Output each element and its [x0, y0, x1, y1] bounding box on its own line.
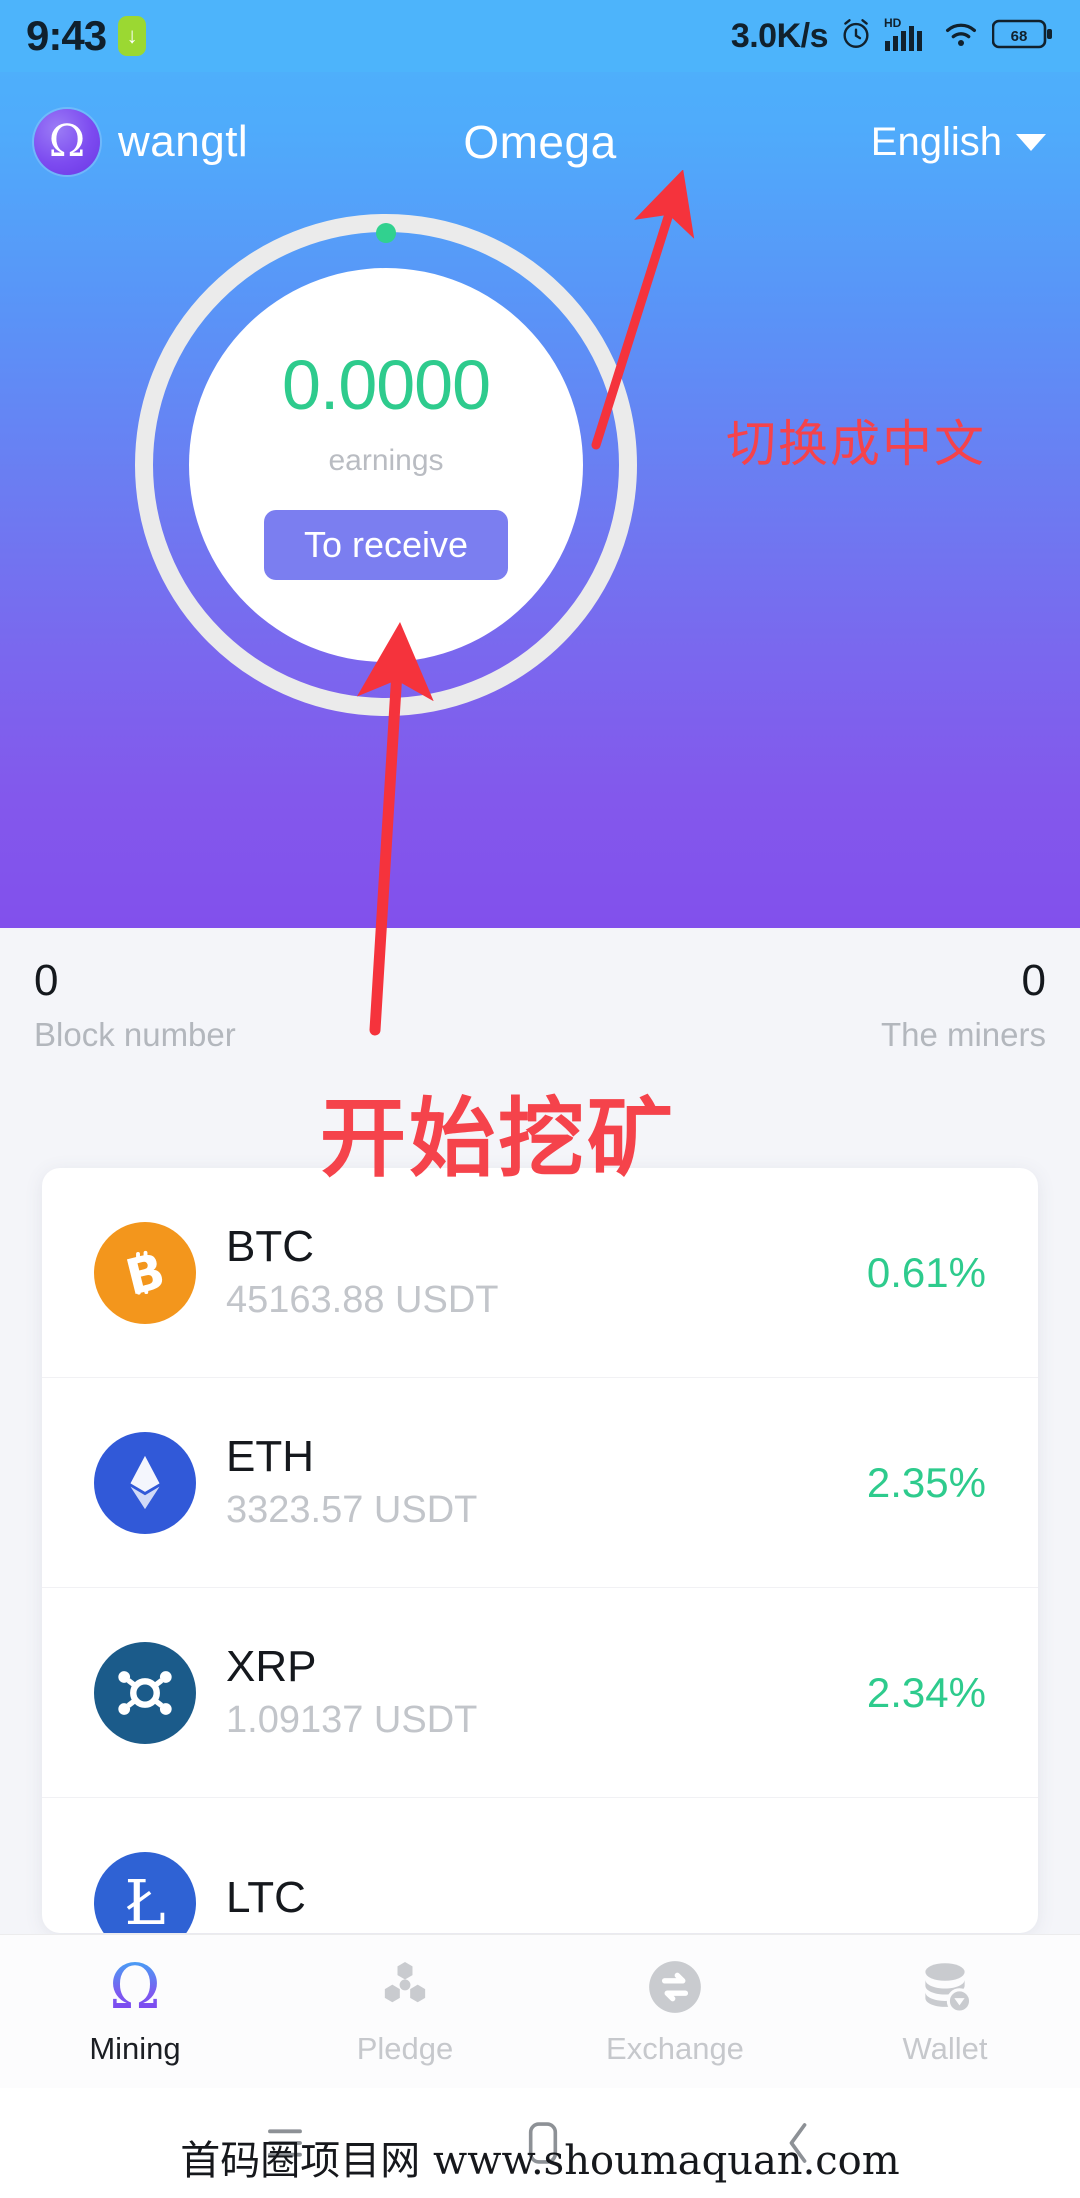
coin-symbol: XRP [226, 1641, 317, 1691]
litecoin-icon: Ł [94, 1851, 196, 1933]
app-root: 9:43 ↓ 3.0K/s HD 68 Omega Ω wangtl Engli… [0, 0, 1080, 2198]
brand-user[interactable]: Ω wangtl [34, 109, 248, 175]
battery-icon: 68 [991, 17, 1054, 56]
coin-change: 2.34% [866, 1668, 986, 1716]
network-speed-label: 3.0K/s [730, 16, 829, 55]
language-label: English [870, 119, 1002, 164]
miners-stat: 0 The miners [880, 956, 1046, 1054]
chevron-down-icon [1016, 133, 1046, 151]
tab-mining[interactable]: Ω Mining [0, 1956, 270, 2067]
block-number-label: Block number [34, 1016, 236, 1054]
coin-change: 2.35% [866, 1458, 986, 1506]
ripple-icon [94, 1641, 196, 1744]
omega-icon: Ω [109, 1950, 161, 2023]
username-label: wangtl [118, 117, 249, 166]
tab-label: Wallet [902, 2031, 988, 2066]
coin-text: LTC [226, 1873, 306, 1930]
coin-price: 45163.88 USDT [226, 1279, 499, 1322]
language-selector[interactable]: English [871, 120, 1046, 165]
tab-exchange[interactable]: Exchange [540, 1956, 810, 2067]
table-row[interactable]: Ł LTC [42, 1798, 1038, 1933]
coin-symbol: LTC [226, 1873, 306, 1923]
hd-signal-icon: HD [884, 15, 930, 58]
stats-row: 0 Block number 0 The miners [0, 956, 1080, 1054]
miners-value: 0 [1021, 956, 1046, 1005]
tab-label: Exchange [606, 2031, 744, 2066]
wifi-icon [941, 17, 981, 56]
coin-text: XRP 1.09137 USDT [226, 1641, 478, 1742]
coins-stack-icon [914, 1956, 976, 2018]
svg-text:68: 68 [1011, 28, 1028, 45]
earnings-label: earnings [328, 444, 444, 477]
tab-pledge[interactable]: Pledge [270, 1956, 540, 2067]
coin-price: 1.09137 USDT [226, 1699, 478, 1742]
coin-price: 3323.57 USDT [226, 1489, 478, 1532]
tab-wallet[interactable]: Wallet [810, 1956, 1080, 2067]
app-bar: Omega Ω wangtl English [0, 96, 1080, 188]
table-row[interactable]: ETH 3323.57 USDT 2.35% [42, 1378, 1038, 1588]
molecule-icon [374, 1956, 436, 2018]
ethereum-icon [94, 1431, 196, 1534]
tab-label: Pledge [356, 2031, 454, 2066]
dial-progress-dot [376, 223, 396, 243]
status-bar: 9:43 ↓ 3.0K/s HD 68 [0, 0, 1080, 72]
table-row[interactable]: XRP 1.09137 USDT 2.34% [42, 1588, 1038, 1798]
coin-symbol: ETH [226, 1431, 314, 1481]
table-row[interactable]: B BTC 45163.88 USDT 0.61% [42, 1168, 1038, 1378]
coin-change: 0.61% [866, 1248, 986, 1296]
to-receive-button[interactable]: To receive [263, 510, 509, 580]
miners-label: The miners [880, 1016, 1046, 1054]
coin-symbol: BTC [226, 1221, 314, 1271]
download-arrow-icon: ↓ [118, 16, 147, 56]
dial-inner-panel: 0.0000 earnings To receive [189, 268, 583, 662]
bottom-tab-bar: Ω Mining Pledge Exchange Wallet [0, 1934, 1080, 2088]
coin-list-card: B BTC 45163.88 USDT 0.61% ETH 3323.57 US… [42, 1168, 1038, 1933]
status-bar-left: 9:43 ↓ [26, 12, 147, 60]
status-bar-right: 3.0K/s HD 68 [731, 15, 1054, 58]
omega-logo-icon: Ω [34, 109, 100, 175]
earnings-value: 0.0000 [281, 346, 491, 424]
svg-text:HD: HD [884, 16, 902, 30]
status-time: 9:43 [26, 12, 107, 59]
block-number-stat: 0 Block number [34, 956, 236, 1054]
coin-text: BTC 45163.88 USDT [226, 1221, 499, 1322]
tab-label: Mining [89, 2031, 181, 2066]
swap-circle-icon [644, 1956, 706, 2018]
coin-text: ETH 3323.57 USDT [226, 1431, 478, 1532]
block-number-value: 0 [34, 956, 59, 1005]
site-watermark: 首码圈项目网 www.shoumaquan.com [180, 2138, 900, 2184]
bitcoin-icon: B [94, 1221, 196, 1324]
earnings-dial: 0.0000 earnings To receive [135, 214, 637, 716]
alarm-clock-icon [839, 17, 873, 56]
